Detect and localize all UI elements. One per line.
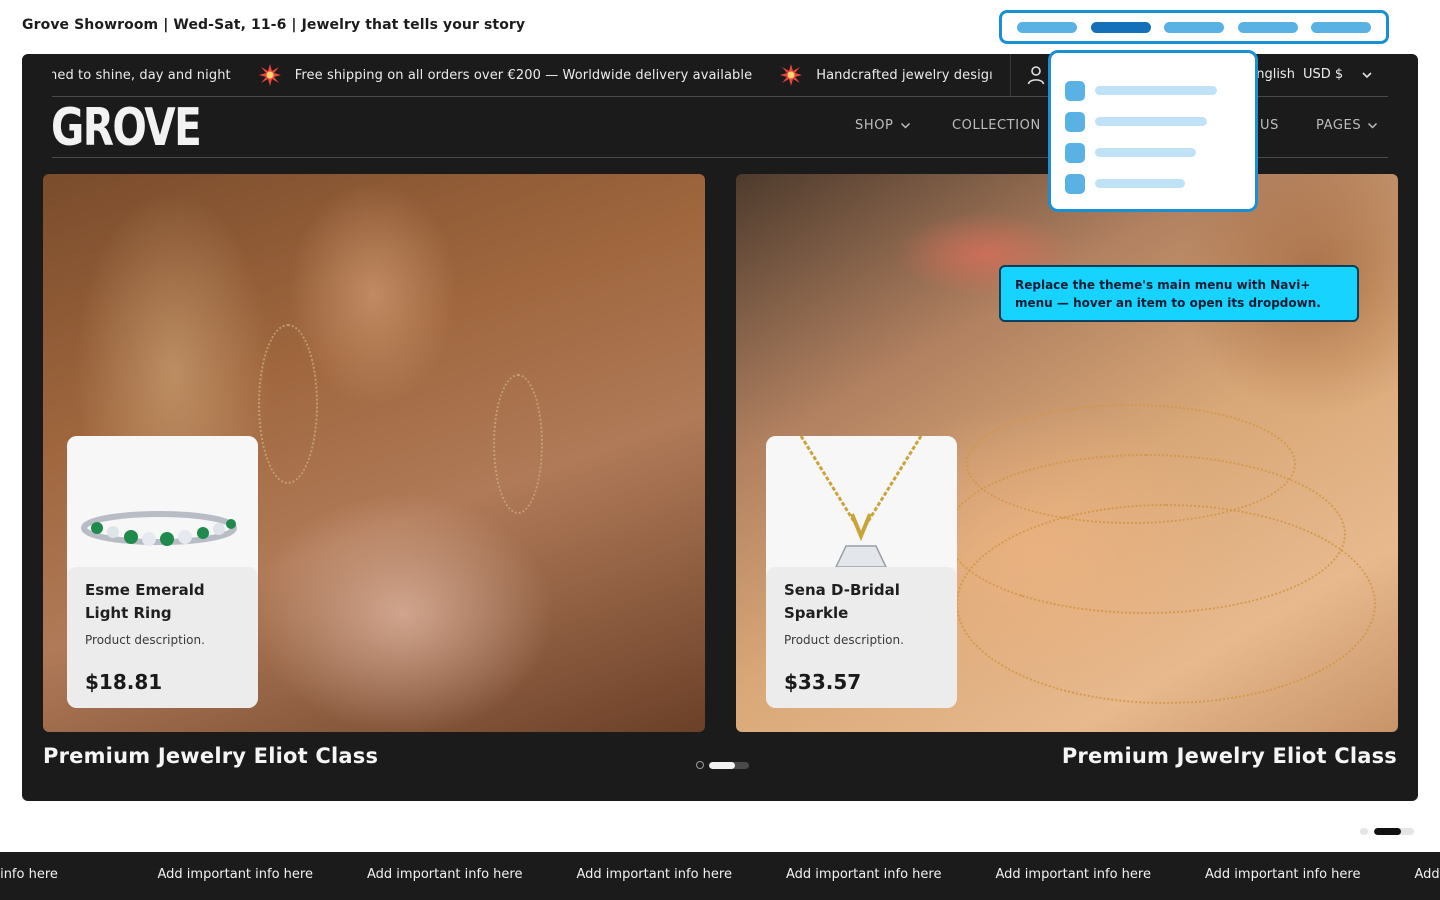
nav-item-pages[interactable]: PAGES — [1316, 118, 1378, 133]
announcement-track: esigned to shine, day and night Free shi… — [52, 64, 993, 86]
dropdown-item-line — [1095, 148, 1196, 157]
dropdown-item-icon — [1065, 142, 1085, 163]
product-info: Sena D-Bridal Sparkle Product descriptio… — [766, 567, 957, 708]
ticker-item: Add important info here — [1205, 867, 1361, 882]
dropdown-row[interactable] — [1065, 168, 1241, 199]
ticker-item: Add — [1414, 867, 1440, 882]
slider-dot-active[interactable] — [709, 761, 749, 769]
info-ticker-track: portant info here Add important info her… — [0, 867, 1440, 882]
navi-hint-tooltip: Replace the theme's main menu with Navi+… — [999, 265, 1359, 322]
ticker-item: Add important info here — [995, 867, 1151, 882]
navi-tab-placeholder-active[interactable] — [1090, 21, 1151, 33]
pendant-necklace-image — [799, 436, 923, 568]
slider-pagination — [696, 761, 749, 769]
store-logo[interactable]: GROVE — [51, 98, 202, 158]
product-description: Product description. — [784, 633, 904, 647]
ticker-item: Add important info here — [157, 867, 313, 882]
section-dot-active[interactable] — [1374, 828, 1414, 835]
ticker-item: Add important info here — [786, 867, 942, 882]
product-description: Product description. — [85, 633, 205, 647]
info-ticker-bar: portant info here Add important info her… — [0, 852, 1440, 900]
dropdown-item-icon — [1065, 80, 1085, 101]
dropdown-item-line — [1095, 117, 1207, 126]
nav-item-collections[interactable]: COLLECTION — [952, 118, 1041, 133]
product-price: $18.81 — [85, 670, 163, 694]
account-icon[interactable] — [1026, 65, 1046, 85]
section-pagination — [1360, 828, 1414, 835]
announcement-item: Free shipping on all orders over €200 — … — [231, 64, 752, 86]
sparkle-burst-icon — [780, 64, 803, 86]
product-name[interactable]: Esme Emerald Light Ring — [85, 579, 240, 625]
sparkle-burst-icon — [258, 64, 281, 86]
section-dot[interactable] — [1360, 828, 1368, 835]
nav-item-about[interactable]: US — [1260, 118, 1279, 133]
chain-decoration — [956, 504, 1376, 704]
announcement-text: Free shipping on all orders over €200 — … — [294, 67, 753, 83]
product-card[interactable]: Esme Emerald Light Ring Product descript… — [67, 436, 258, 708]
slide-title[interactable]: Premium Jewelry Eliot Class — [43, 744, 378, 768]
navi-tab-placeholder[interactable] — [1237, 21, 1298, 33]
ticker-item: Add important info here — [367, 867, 523, 882]
chevron-down-icon — [900, 122, 910, 129]
dropdown-row[interactable] — [1065, 106, 1241, 137]
product-image — [766, 436, 957, 568]
locale-selector[interactable]: English USD $ — [1248, 67, 1373, 82]
ticker-item: portant info here — [0, 867, 58, 882]
slide-title[interactable]: Premium Jewelry Eliot Class — [1062, 744, 1397, 768]
chevron-down-icon — [1362, 71, 1372, 78]
product-card[interactable]: Sena D-Bridal Sparkle Product descriptio… — [766, 436, 957, 708]
dropdown-item-line — [1095, 86, 1217, 95]
navi-menu-tabs — [999, 10, 1389, 44]
ticker-item: Add important info here — [576, 867, 732, 882]
nav-label: COLLECTION — [952, 118, 1041, 133]
earring-decoration — [493, 374, 543, 514]
dropdown-item-line — [1095, 179, 1185, 188]
dropdown-row[interactable] — [1065, 75, 1241, 106]
store-caption: Grove Showroom | Wed-Sat, 11-6 | Jewelry… — [22, 17, 526, 33]
hero-slide-image[interactable]: Esme Emerald Light Ring Product descript… — [43, 174, 705, 732]
dropdown-item-icon — [1065, 111, 1085, 132]
hero-slide-image[interactable]: Sena D-Bridal Sparkle Product descriptio… — [736, 174, 1398, 732]
earring-decoration — [258, 324, 318, 484]
chevron-down-icon — [1368, 122, 1378, 129]
nav-label: US — [1260, 118, 1279, 133]
nav-item-shop[interactable]: SHOP — [855, 118, 911, 133]
navi-tab-placeholder[interactable] — [1311, 21, 1371, 33]
currency-label[interactable]: USD $ — [1303, 67, 1343, 82]
header-divider — [1010, 54, 1011, 96]
announcement-item: Handcrafted jewelry desigı — [752, 64, 993, 86]
nav-label: SHOP — [855, 118, 894, 133]
announcement-text: Handcrafted jewelry desigı — [816, 67, 993, 83]
navi-dropdown-preview — [1048, 50, 1258, 212]
dropdown-item-icon — [1065, 173, 1085, 194]
announcement-text: esigned to shine, day and night — [52, 67, 231, 83]
product-price: $33.57 — [784, 670, 862, 694]
emerald-ring-image — [81, 511, 237, 546]
navi-tab-placeholder[interactable] — [1017, 21, 1077, 33]
dropdown-row[interactable] — [1065, 137, 1241, 168]
navi-tab-placeholder[interactable] — [1164, 21, 1224, 33]
product-info: Esme Emerald Light Ring Product descript… — [67, 567, 258, 708]
announcement-item: esigned to shine, day and night — [52, 68, 231, 83]
product-image — [67, 436, 258, 567]
slider-dot[interactable] — [696, 761, 704, 769]
announcement-bar: esigned to shine, day and night Free shi… — [52, 54, 1010, 96]
product-name[interactable]: Sena D-Bridal Sparkle — [784, 579, 939, 625]
nav-label: PAGES — [1316, 118, 1362, 133]
